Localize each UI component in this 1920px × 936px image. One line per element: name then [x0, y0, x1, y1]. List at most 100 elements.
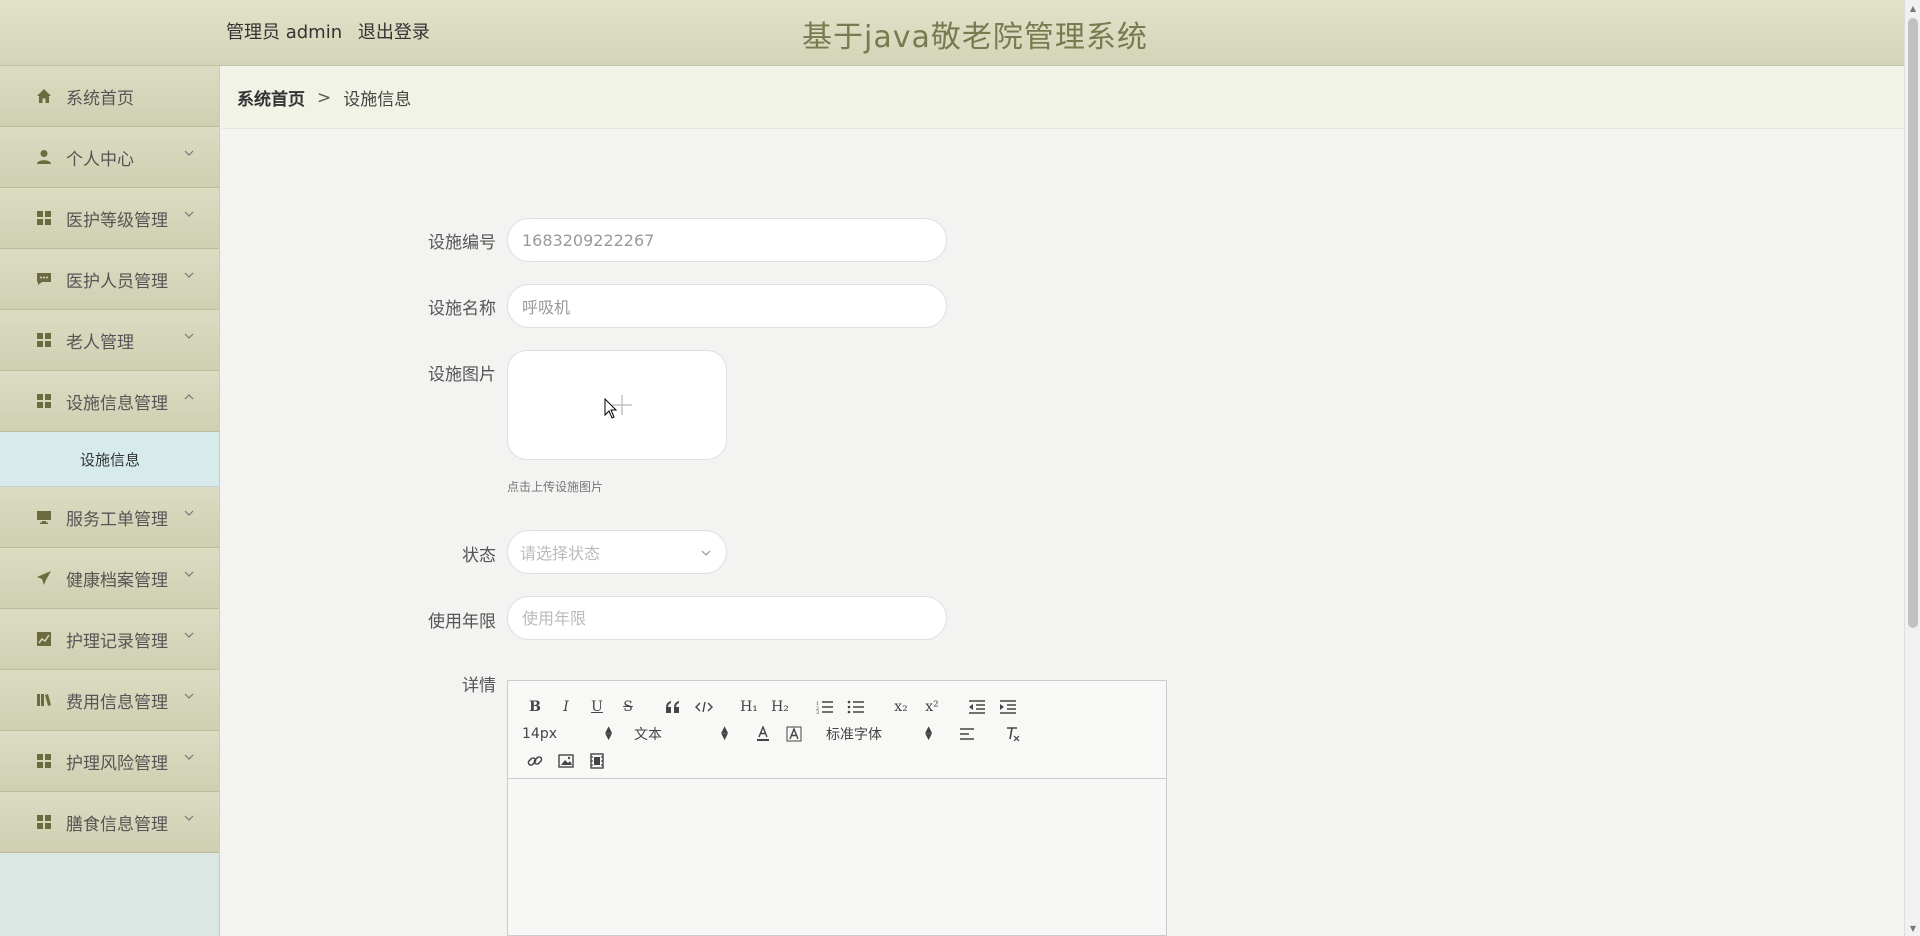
home-icon [36, 88, 52, 104]
logout-link[interactable]: 退出登录 [358, 22, 430, 43]
sidebar-item-label: 费用信息管理 [66, 692, 168, 713]
facility-name-input[interactable] [507, 284, 947, 328]
sidebar-item-label: 护理风险管理 [66, 753, 168, 774]
sidebar-item-health-records[interactable]: 健康档案管理 [0, 548, 219, 609]
user-label: 管理员 admin [226, 22, 343, 43]
sidebar-item-fees[interactable]: 费用信息管理 [0, 670, 219, 731]
sidebar-item-care-level[interactable]: 医护等级管理 [0, 188, 219, 249]
grid-icon [36, 393, 52, 409]
status-select[interactable]: 请选择状态 [507, 530, 727, 574]
scroll-up-icon[interactable]: ▲ [1905, 0, 1920, 16]
scrollbar-thumb[interactable] [1908, 18, 1918, 628]
ordered-list-icon: 123 [816, 701, 833, 714]
grid-icon [36, 814, 52, 830]
font-family-value: 标准字体 [826, 726, 882, 743]
sidebar-item-label: 设施信息管理 [66, 393, 168, 414]
app-title: 基于java敬老院管理系统 [802, 20, 1148, 55]
indent-button[interactable] [995, 695, 1021, 719]
page-scrollbar[interactable]: ▲ ▼ [1904, 0, 1920, 936]
chevron-down-icon [184, 632, 194, 638]
sidebar-item-label: 医护人员管理 [66, 271, 168, 292]
align-button[interactable] [954, 722, 980, 746]
updown-arrows-icon: ▲ ▼ [605, 724, 612, 742]
code-icon [695, 701, 713, 712]
code-block-button[interactable] [691, 695, 717, 719]
font-color-button[interactable] [750, 722, 776, 746]
sidebar-item-label: 老人管理 [66, 332, 134, 353]
underline-button[interactable]: U [584, 695, 610, 719]
top-header: 管理员 admin 退出登录 基于java敬老院管理系统 [0, 0, 1904, 66]
status-placeholder: 请选择状态 [520, 544, 601, 563]
breadcrumb-home[interactable]: 系统首页 [237, 85, 305, 110]
chevron-down-icon [184, 272, 194, 278]
chevron-down-icon [184, 150, 194, 156]
subscript-button[interactable]: x₂ [888, 695, 914, 719]
breadcrumb-current: 设施信息 [343, 90, 412, 110]
clear-format-button[interactable] [999, 722, 1025, 746]
sidebar-item-personal-center[interactable]: 个人中心 [0, 127, 219, 188]
main-content: 设施编号 设施名称 设施图片 点击上传设施图片 状态 请选择状态 使用年限 详情… [221, 130, 1904, 936]
breadcrumb: 系统首页 > 设施信息 [221, 67, 1904, 129]
sidebar-item-label: 健康档案管理 [66, 570, 168, 591]
sidebar-item-meals[interactable]: 膳食信息管理 [0, 792, 219, 853]
background-color-button[interactable] [781, 722, 807, 746]
bold-button[interactable]: B [522, 695, 548, 719]
mouse-cursor-icon [604, 398, 618, 419]
status-label: 状态 [462, 546, 496, 566]
updown-arrows-icon: ▲ ▼ [721, 724, 728, 742]
blockquote-button[interactable] [660, 695, 686, 719]
facility-no-label: 设施编号 [428, 233, 496, 253]
video-icon [590, 752, 604, 769]
video-button[interactable] [584, 749, 610, 773]
chat-icon [36, 271, 52, 287]
ordered-list-button[interactable]: 123 [812, 695, 838, 719]
outdent-button[interactable] [964, 695, 990, 719]
send-icon [36, 570, 52, 586]
image-icon [558, 753, 574, 768]
italic-button[interactable]: I [553, 695, 579, 719]
link-button[interactable] [522, 749, 548, 773]
sidebar-subitem-facility-info[interactable]: 设施信息 [0, 432, 219, 487]
strike-button[interactable]: S [615, 695, 641, 719]
sidebar-item-label: 护理记录管理 [66, 631, 168, 652]
h2-button[interactable]: H₂ [767, 695, 793, 719]
facility-name-label: 设施名称 [428, 299, 496, 319]
link-icon [527, 755, 543, 766]
editor-body[interactable] [508, 779, 1166, 935]
chevron-down-icon [184, 333, 194, 339]
h1-button[interactable]: H₁ [736, 695, 762, 719]
book-icon [36, 692, 52, 708]
bullet-list-button[interactable] [843, 695, 869, 719]
sidebar-item-elderly[interactable]: 老人管理 [0, 310, 219, 371]
sidebar-item-service-order[interactable]: 服务工单管理 [0, 487, 219, 548]
font-size-value: 14px [522, 725, 557, 742]
sidebar-item-home[interactable]: 系统首页 [0, 66, 219, 127]
image-button[interactable] [553, 749, 579, 773]
font-size-select[interactable]: 14px ▲ ▼ [522, 724, 612, 742]
grid-icon [36, 332, 52, 348]
sidebar-item-label: 服务工单管理 [66, 509, 168, 530]
facility-no-input[interactable] [507, 218, 947, 262]
chevron-down-icon [184, 815, 194, 821]
sidebar-item-facility[interactable]: 设施信息管理 [0, 371, 219, 432]
scroll-down-icon[interactable]: ▼ [1905, 920, 1920, 936]
paragraph-select[interactable]: 文本 ▲ ▼ [634, 724, 728, 744]
superscript-button[interactable]: x² [919, 695, 945, 719]
grid-icon [36, 753, 52, 769]
breadcrumb-separator: > [317, 87, 332, 108]
upload-tip: 点击上传设施图片 [507, 480, 604, 494]
grid-icon [36, 210, 52, 226]
sidebar-item-medical-staff[interactable]: 医护人员管理 [0, 249, 219, 310]
chart-icon [36, 631, 52, 647]
years-input[interactable] [507, 596, 947, 640]
sidebar-item-care-risk[interactable]: 护理风险管理 [0, 731, 219, 792]
user-icon [36, 149, 52, 165]
sidebar-item-care-records[interactable]: 护理记录管理 [0, 609, 219, 670]
sidebar-item-label: 膳食信息管理 [66, 814, 168, 835]
sidebar: 系统首页 个人中心 医护等级管理 医护人员管理 老人管理 设施信息管理 设施信息… [0, 66, 220, 936]
years-label: 使用年限 [428, 612, 496, 632]
sidebar-item-label: 医护等级管理 [66, 210, 168, 231]
chevron-down-icon [184, 211, 194, 217]
outdent-icon [969, 699, 985, 714]
font-family-select[interactable]: 标准字体 ▲ ▼ [826, 724, 932, 744]
